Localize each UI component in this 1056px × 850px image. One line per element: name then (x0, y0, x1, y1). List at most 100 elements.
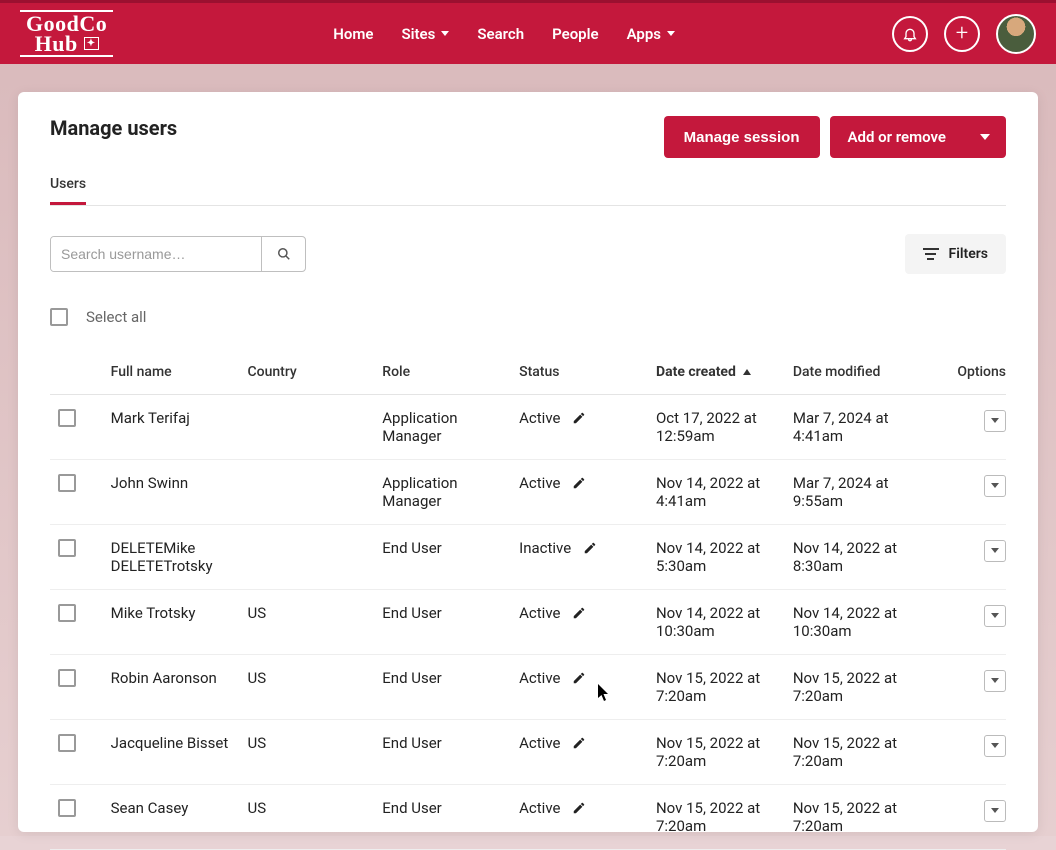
col-country[interactable]: Country (240, 354, 375, 395)
cell-date-created: Nov 14, 2022 at 10:30am (648, 590, 785, 655)
cell-full-name: Robin Aaronson (103, 655, 240, 720)
pencil-icon[interactable] (572, 671, 586, 685)
cell-options (932, 720, 1006, 785)
page-title: Manage users (50, 116, 177, 140)
col-options: Options (932, 354, 1006, 395)
main-nav: Home Sites Search People Apps (333, 25, 675, 43)
users-table: Full name Country Role Status Date creat… (50, 354, 1006, 850)
cell-role: End User (374, 525, 511, 590)
add-remove-label: Add or remove (830, 116, 964, 158)
add-button[interactable]: + (944, 16, 980, 52)
row-checkbox[interactable] (58, 539, 76, 557)
content-card: Manage users Manage session Add or remov… (18, 92, 1038, 832)
nav-sites[interactable]: Sites (401, 25, 449, 43)
sort-ascending-icon (743, 369, 751, 375)
pencil-icon[interactable] (572, 476, 586, 490)
manage-session-button[interactable]: Manage session (664, 116, 820, 158)
topbar: GoodCo Hub ✦ Home Sites Search People Ap… (0, 0, 1056, 64)
avatar[interactable] (996, 14, 1036, 54)
cell-options (932, 395, 1006, 460)
toolbar: Filters (50, 234, 1006, 274)
table-row: Jacqueline BissetUSEnd UserActiveNov 15,… (50, 720, 1006, 785)
cell-status: Active (511, 460, 648, 525)
row-options-button[interactable] (984, 410, 1006, 432)
row-options-button[interactable] (984, 670, 1006, 692)
row-checkbox[interactable] (58, 604, 76, 622)
pencil-icon[interactable] (572, 606, 586, 620)
nav-home[interactable]: Home (333, 25, 373, 43)
cell-full-name: DELETEMike DELETETrotsky (103, 525, 240, 590)
cell-date-modified: Nov 15, 2022 at 7:20am (785, 655, 932, 720)
tab-users[interactable]: Users (50, 176, 86, 205)
cell-date-modified: Nov 14, 2022 at 8:30am (785, 525, 932, 590)
cell-date-modified: Nov 14, 2022 at 10:30am (785, 590, 932, 655)
col-date-created-label: Date created (656, 364, 736, 380)
filters-label: Filters (949, 246, 988, 262)
cell-country: US (240, 655, 375, 720)
pencil-icon[interactable] (572, 411, 586, 425)
cell-date-created: Nov 15, 2022 at 7:20am (648, 785, 785, 850)
nav-search[interactable]: Search (477, 25, 524, 43)
row-checkbox[interactable] (58, 734, 76, 752)
select-all-row: Select all (50, 308, 1006, 326)
col-status[interactable]: Status (511, 354, 648, 395)
cell-full-name: Mike Trotsky (103, 590, 240, 655)
row-options-button[interactable] (984, 800, 1006, 822)
cell-date-created: Nov 15, 2022 at 7:20am (648, 720, 785, 785)
cell-status: Inactive (511, 525, 648, 590)
row-checkbox[interactable] (58, 669, 76, 687)
chevron-down-icon (441, 31, 449, 36)
brand-logo[interactable]: GoodCo Hub ✦ (20, 10, 113, 58)
cell-date-modified: Mar 7, 2024 at 4:41am (785, 395, 932, 460)
filters-button[interactable]: Filters (905, 234, 1006, 274)
cell-date-modified: Mar 7, 2024 at 9:55am (785, 460, 932, 525)
search-wrap (50, 236, 306, 272)
cell-full-name: John Swinn (103, 460, 240, 525)
row-options-button[interactable] (984, 475, 1006, 497)
table-row: Robin AaronsonUSEnd UserActiveNov 15, 20… (50, 655, 1006, 720)
col-full-name[interactable]: Full name (103, 354, 240, 395)
col-date-created[interactable]: Date created (648, 354, 785, 395)
action-buttons: Manage session Add or remove (664, 116, 1006, 158)
search-input[interactable] (51, 237, 261, 271)
nav-sites-label: Sites (401, 25, 435, 43)
nav-apps-label: Apps (627, 25, 661, 43)
nav-people-label: People (552, 25, 599, 43)
table-row: Sean CaseyUSEnd UserActiveNov 15, 2022 a… (50, 785, 1006, 850)
pencil-icon[interactable] (572, 736, 586, 750)
row-options-button[interactable] (984, 540, 1006, 562)
row-options-button[interactable] (984, 605, 1006, 627)
col-date-modified[interactable]: Date modified (785, 354, 932, 395)
cell-full-name: Jacqueline Bisset (103, 720, 240, 785)
select-all-checkbox[interactable] (50, 308, 68, 326)
cell-full-name: Sean Casey (103, 785, 240, 850)
cell-role: Application Manager (374, 460, 511, 525)
cell-country: US (240, 785, 375, 850)
caret-down-icon (991, 613, 999, 618)
nav-search-label: Search (477, 25, 524, 43)
nav-people[interactable]: People (552, 25, 599, 43)
notifications-button[interactable] (892, 16, 928, 52)
filter-icon (923, 248, 939, 260)
caret-down-icon (991, 418, 999, 423)
cell-status: Active (511, 720, 648, 785)
table-row: Mark TerifajApplication ManagerActiveOct… (50, 395, 1006, 460)
cell-role: End User (374, 720, 511, 785)
pencil-icon[interactable] (583, 541, 597, 555)
caret-down-icon (991, 743, 999, 748)
add-remove-dropdown[interactable] (964, 122, 1006, 152)
select-all-label: Select all (86, 308, 146, 326)
cell-date-created: Oct 17, 2022 at 12:59am (648, 395, 785, 460)
col-role[interactable]: Role (374, 354, 511, 395)
row-checkbox[interactable] (58, 799, 76, 817)
row-options-button[interactable] (984, 735, 1006, 757)
search-button[interactable] (261, 237, 305, 271)
cell-full-name: Mark Terifaj (103, 395, 240, 460)
nav-apps[interactable]: Apps (627, 25, 675, 43)
pencil-icon[interactable] (572, 801, 586, 815)
add-remove-button[interactable]: Add or remove (830, 116, 1006, 158)
cell-date-created: Nov 14, 2022 at 4:41am (648, 460, 785, 525)
nav-home-label: Home (333, 25, 373, 43)
row-checkbox[interactable] (58, 409, 76, 427)
row-checkbox[interactable] (58, 474, 76, 492)
